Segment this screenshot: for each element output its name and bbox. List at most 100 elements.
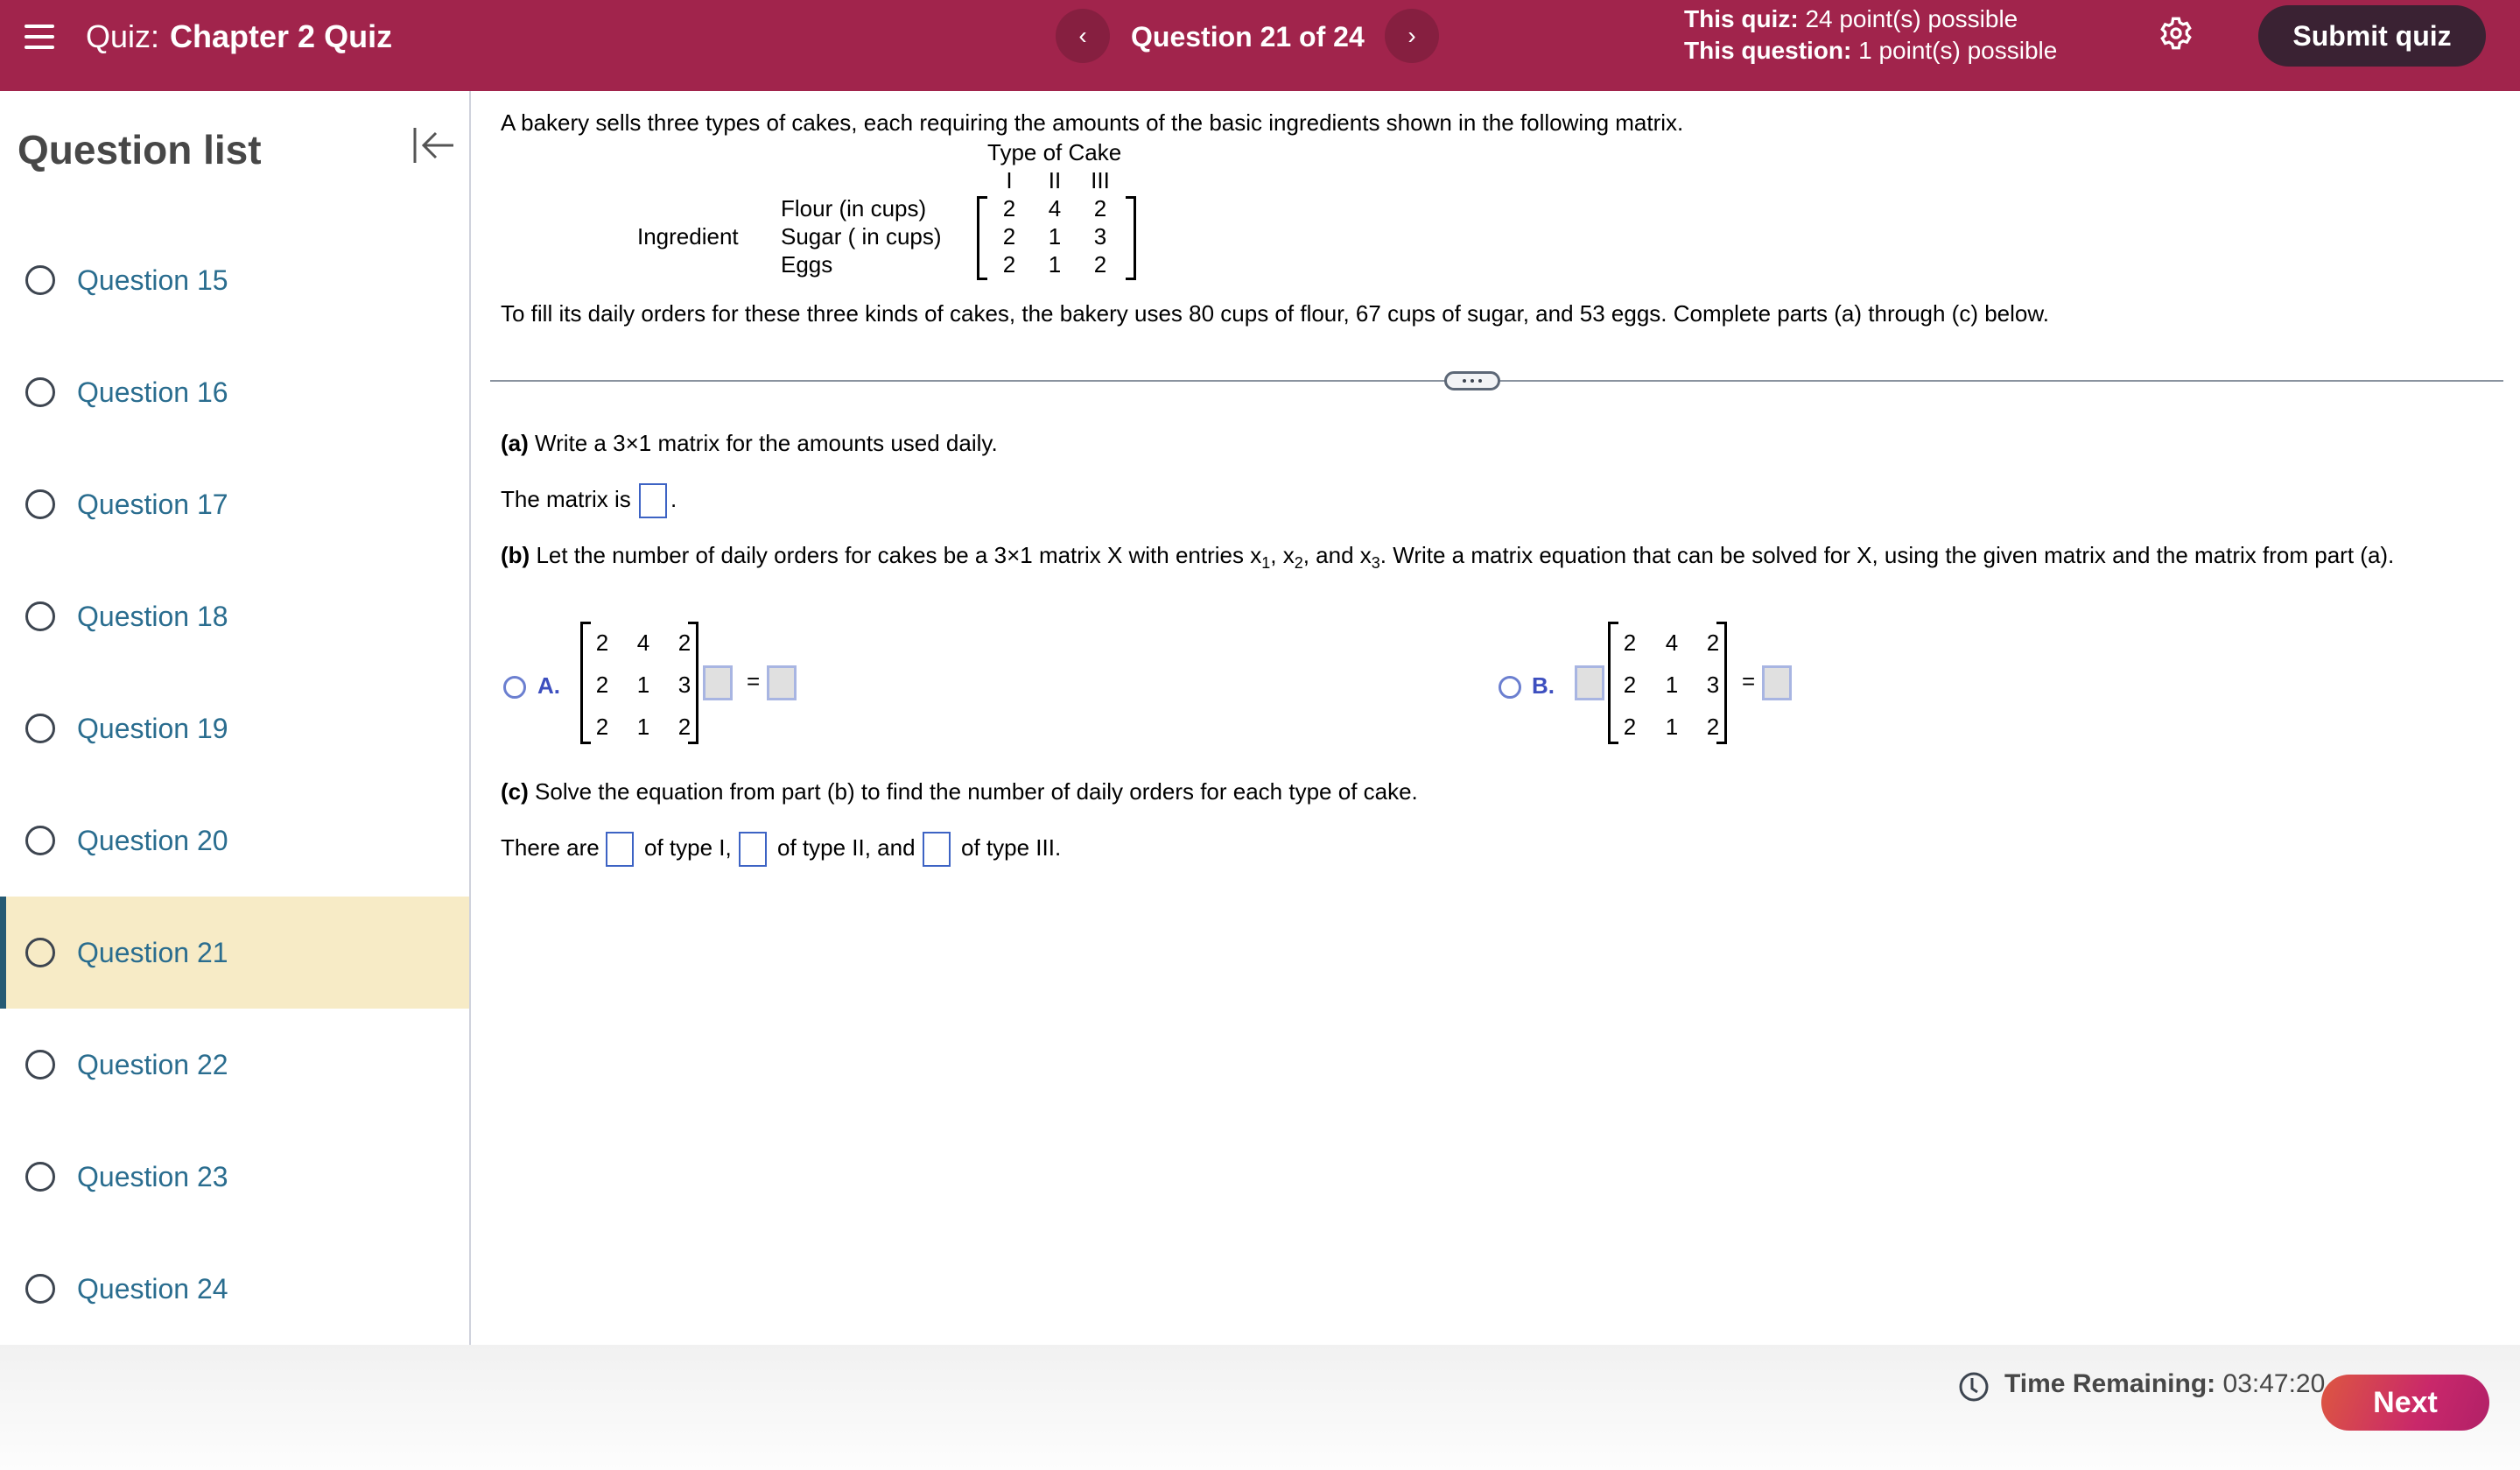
points-info: This quiz: 24 point(s) possible This que…: [1684, 4, 2057, 67]
status-circle-icon: [25, 489, 55, 519]
matrix-cell: 2: [677, 714, 691, 740]
status-circle-icon: [25, 1274, 55, 1304]
part-c-type-2-label: of type II, and: [777, 834, 916, 861]
matrix-cell: 2: [1706, 629, 1720, 656]
sidebar-item-question-15[interactable]: Question 15: [0, 224, 469, 336]
matrix-row-group-label: Ingredient: [637, 223, 739, 250]
matrix-answer-input[interactable]: [639, 483, 667, 518]
sidebar-item-label: Question 22: [77, 1048, 228, 1080]
equals-sign: =: [1742, 668, 1756, 694]
choice-a-result-box[interactable]: [767, 665, 797, 700]
next-question-button[interactable]: ›: [1385, 9, 1439, 63]
status-circle-icon: [25, 1162, 55, 1192]
choice-b-radio[interactable]: [1499, 676, 1521, 699]
matrix-cell: 2: [1002, 251, 1016, 278]
matrix-cell: 2: [1002, 223, 1016, 250]
choice-b-result-box[interactable]: [1762, 665, 1792, 700]
choice-a-radio[interactable]: [503, 676, 526, 699]
matrix-cell: 2: [1623, 672, 1637, 698]
top-bar: Quiz: Chapter 2 Quiz ‹ Question 21 of 24 …: [0, 0, 2520, 91]
expand-handle[interactable]: [1444, 371, 1500, 390]
matrix-cell: 2: [1706, 714, 1720, 740]
part-b-text: , x: [1270, 542, 1295, 568]
sidebar-item-label: Question 17: [77, 488, 228, 520]
clock-icon: [1959, 1372, 1989, 1402]
part-c-type-1-label: of type I,: [644, 834, 732, 861]
type-3-count-input[interactable]: [923, 832, 951, 867]
part-a-answer-prefix: The matrix is: [501, 486, 631, 512]
matrix-cell: 1: [1048, 223, 1062, 250]
matrix-cell: 1: [1665, 714, 1679, 740]
sidebar-item-label: Question 19: [77, 712, 228, 744]
part-b-text: . Write a matrix equation that can be so…: [1379, 542, 2395, 568]
quiz-title: Quiz: Chapter 2 Quiz: [86, 18, 392, 56]
sidebar-item-question-24[interactable]: Question 24: [0, 1233, 469, 1345]
part-b-prompt: (b) Let the number of daily orders for c…: [501, 541, 2395, 572]
previous-question-button[interactable]: ‹: [1056, 9, 1110, 63]
sidebar-item-question-23[interactable]: Question 23: [0, 1121, 469, 1233]
choice-a-placeholder-box[interactable]: [703, 665, 733, 700]
collapse-sidebar-icon[interactable]: [411, 126, 455, 165]
matrix-row-label: Flour (in cups): [781, 195, 927, 222]
part-b-text: Let the number of daily orders for cakes…: [536, 542, 1262, 568]
sidebar-item-label: Question 20: [77, 824, 228, 856]
part-c-prompt: (c) Solve the equation from part (b) to …: [501, 777, 1418, 805]
sidebar-item-question-19[interactable]: Question 19: [0, 672, 469, 784]
choice-b-placeholder-box[interactable]: [1575, 665, 1604, 700]
matrix-cell: 1: [636, 714, 650, 740]
sidebar-item-label: Question 18: [77, 600, 228, 632]
sidebar-item-question-20[interactable]: Question 20: [0, 784, 469, 897]
matrix-cell: 2: [1002, 195, 1016, 222]
question-points-label: This question:: [1684, 37, 1852, 64]
type-1-count-input[interactable]: [606, 832, 634, 867]
matrix-cell: 1: [636, 672, 650, 698]
matrix-cell: 1: [1048, 251, 1062, 278]
sidebar-item-question-17[interactable]: Question 17: [0, 448, 469, 560]
sidebar-title: Question list: [18, 127, 262, 172]
sidebar-item-label: Question 23: [77, 1160, 228, 1192]
gear-icon[interactable]: [2158, 16, 2194, 51]
next-button[interactable]: Next: [2321, 1375, 2489, 1431]
subscript: 2: [1294, 554, 1303, 572]
status-circle-icon: [25, 265, 55, 295]
menu-icon[interactable]: [25, 25, 54, 49]
sidebar-item-question-16[interactable]: Question 16: [0, 336, 469, 448]
part-b-text: , and x: [1302, 542, 1372, 568]
question-list-sidebar: Question list Question 15 Question 16 Qu…: [0, 91, 471, 1345]
matrix-cell: 2: [1623, 629, 1637, 656]
matrix-cell: 2: [595, 672, 609, 698]
part-c-prefix: There are: [501, 834, 600, 861]
matrix-cell: 2: [1093, 251, 1107, 278]
sidebar-item-label: Question 21: [77, 936, 228, 968]
part-a-prompt: (a) Write a 3×1 matrix for the amounts u…: [501, 429, 998, 457]
matrix-cell: 4: [1048, 195, 1062, 222]
part-a-label: (a): [501, 430, 529, 456]
subscript: 1: [1261, 554, 1271, 572]
submit-quiz-button[interactable]: Submit quiz: [2258, 5, 2486, 67]
matrix-col-label: III: [1091, 167, 1110, 193]
part-a-text: Write a 3×1 matrix for the amounts used …: [535, 430, 998, 456]
status-circle-icon: [25, 601, 55, 631]
status-circle-icon: [25, 938, 55, 967]
matrix-cell: 4: [636, 629, 650, 656]
quiz-points-label: This quiz:: [1684, 5, 1799, 32]
sidebar-item-question-22[interactable]: Question 22: [0, 1009, 469, 1121]
matrix-cell: 2: [595, 629, 609, 656]
type-2-count-input[interactable]: [739, 832, 767, 867]
sidebar-item-question-18[interactable]: Question 18: [0, 560, 469, 672]
subscript: 3: [1371, 554, 1380, 572]
choice-a-letter: A.: [537, 672, 560, 699]
footer-bar: Time Remaining: 03:47:20 Next: [0, 1345, 2520, 1470]
sidebar-item-question-21[interactable]: Question 21: [0, 897, 469, 1009]
quiz-name: Chapter 2 Quiz: [170, 18, 393, 54]
quiz-title-prefix: Quiz:: [86, 18, 160, 54]
question-points-value: 1 point(s) possible: [1858, 37, 2058, 64]
matrix-row-label: Sugar ( in cups): [781, 223, 942, 250]
part-a-answer-suffix: .: [670, 486, 677, 512]
matrix-row-label: Eggs: [781, 251, 833, 278]
matrix-cell: 2: [677, 629, 691, 656]
part-c-label: (c): [501, 778, 529, 805]
daily-usage-text: To fill its daily orders for these three…: [501, 300, 2049, 327]
question-intro: A bakery sells three types of cakes, eac…: [501, 109, 1684, 136]
time-remaining-value: 03:47:20: [2222, 1369, 2326, 1398]
